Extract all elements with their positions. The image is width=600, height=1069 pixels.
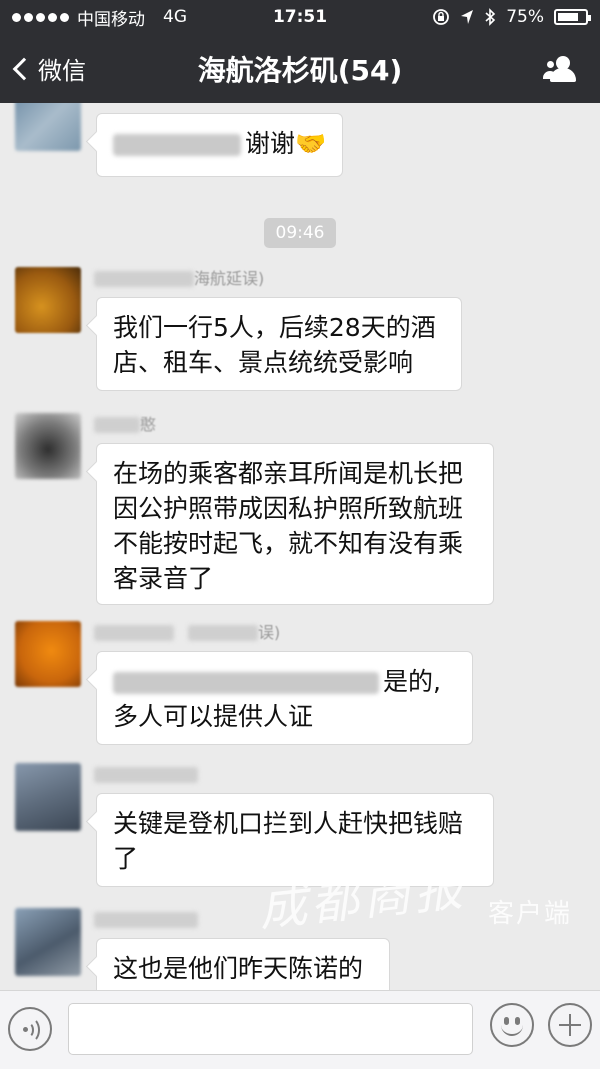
navigation-bar: 微信 海航洛杉矶(54)	[0, 34, 600, 103]
avatar[interactable]	[15, 103, 81, 151]
sender-name: 海航延误)	[94, 267, 264, 291]
plus-more-icon[interactable]	[548, 1003, 592, 1047]
watermark-subtitle: 客户端	[488, 899, 573, 929]
sender-name	[94, 908, 198, 932]
sender-name-suffix: 海航延误)	[194, 269, 265, 288]
message-text-line: 不能按时起飞，就不知有没有乘	[113, 529, 464, 558]
signal-strength-icon	[12, 12, 69, 22]
network-type: 4G	[163, 7, 187, 27]
avatar[interactable]	[15, 908, 81, 976]
sender-name: 误)	[94, 621, 280, 645]
message-bubble[interactable]: 我们一行5人，后续28天的酒 店、租车、景点统统受影响	[96, 297, 462, 391]
voice-input-icon[interactable]	[8, 1007, 52, 1051]
time-separator: 09:46	[264, 218, 336, 248]
sender-name: 憨	[94, 413, 156, 437]
rotation-lock-icon	[433, 9, 450, 25]
battery-icon	[554, 9, 591, 25]
message-text-line: 因公护照带成因私护照所致航班	[113, 494, 464, 523]
battery-level-fill	[558, 13, 578, 21]
battery-percent: 75%	[506, 7, 544, 27]
message-text-line: 店、租车、景点统统受影响	[113, 348, 414, 377]
group-members-icon[interactable]	[541, 54, 580, 84]
status-bar: 中国移动 4G 17:51 75%	[0, 0, 600, 34]
status-indicators: 75%	[432, 7, 591, 27]
chevron-left-icon	[12, 57, 36, 80]
chat-title: 海航洛杉矶(54)	[197, 53, 403, 87]
chat-area[interactable]: 谢谢🤝 09:46 海航延误) 我们一行5人，后续28天的酒 店、租车、景点统统…	[0, 103, 600, 990]
message-bubble[interactable]: 在场的乘客都亲耳所闻是机长把 因公护照带成因私护照所致航班 不能按时起飞，就不知…	[96, 443, 494, 605]
bluetooth-icon	[485, 8, 496, 26]
message-bubble[interactable]: 这也是他们昨天陈诺的	[96, 938, 390, 990]
sender-name-suffix: 误)	[258, 623, 281, 642]
emoji-smiley-icon[interactable]	[490, 1003, 534, 1047]
message-bubble[interactable]: 是的, 多人可以提供人证	[96, 651, 473, 745]
message-text-line: 客录音了	[113, 564, 214, 593]
back-button[interactable]: 微信	[0, 51, 86, 86]
message-text: 是的,	[383, 667, 441, 696]
message-text-line: 是的,	[113, 664, 456, 699]
carrier-name: 中国移动	[77, 9, 145, 30]
message-text-line: 关键是登机口拦到人赶快把钱赔	[113, 809, 464, 838]
back-label: 微信	[38, 57, 86, 85]
avatar[interactable]	[15, 413, 81, 479]
message-text-line: 在场的乘客都亲耳所闻是机长把	[113, 459, 464, 488]
message-bubble[interactable]: 谢谢🤝	[96, 113, 344, 177]
avatar[interactable]	[15, 763, 81, 831]
message-text-line: 我们一行5人，后续28天的酒	[113, 313, 436, 342]
message-input[interactable]	[68, 1003, 473, 1055]
input-bar	[0, 990, 600, 1069]
sender-name	[94, 763, 198, 787]
message-text-line: 这也是他们昨天陈诺的	[113, 954, 364, 983]
avatar[interactable]	[15, 621, 81, 687]
message-text: 谢谢🤝	[245, 129, 327, 158]
message-text-line: 多人可以提供人证	[113, 702, 314, 731]
top-bar: 中国移动 4G 17:51 75% 微信 海航洛杉矶(54)	[0, 0, 600, 103]
sender-name-suffix: 憨	[140, 415, 157, 434]
avatar[interactable]	[15, 267, 81, 333]
location-arrow-icon	[461, 10, 474, 24]
